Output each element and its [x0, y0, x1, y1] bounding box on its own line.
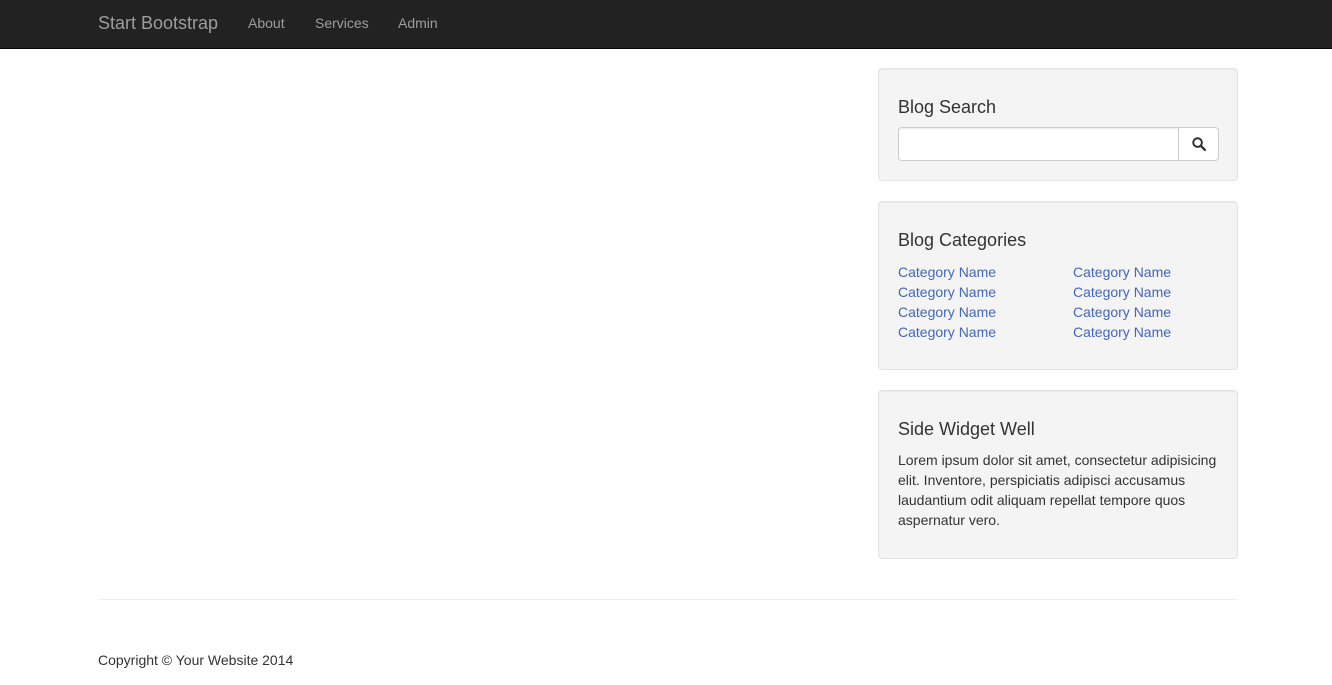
nav-link-about[interactable]: About [248, 15, 285, 31]
category-link[interactable]: Category Name [1073, 304, 1171, 320]
blog-search-well: Blog Search [878, 68, 1238, 181]
list-item: Category Name [1073, 262, 1171, 282]
category-link[interactable]: Category Name [1073, 284, 1171, 300]
category-link[interactable]: Category Name [898, 324, 996, 340]
blog-search-title: Blog Search [898, 97, 997, 117]
list-item: Category Name [898, 302, 996, 322]
side-widget-title: Side Widget Well [898, 419, 1035, 439]
list-item: Category Name [1073, 282, 1171, 302]
list-item: Category Name [1073, 322, 1171, 342]
side-widget-well: Side Widget Well Lorem ipsum dolor sit a… [878, 390, 1238, 559]
side-widget-text: Lorem ipsum dolor sit amet, consectetur … [898, 452, 1217, 528]
category-list-left: Category Name Category Name Category Nam… [898, 262, 996, 342]
category-link[interactable]: Category Name [898, 284, 996, 300]
list-item: Category Name [898, 322, 996, 342]
nav-link-admin[interactable]: Admin [398, 15, 438, 31]
blog-categories-title: Blog Categories [898, 230, 1027, 250]
category-link[interactable]: Category Name [1073, 264, 1171, 280]
blog-categories-well: Blog Categories Category Name Category N… [878, 201, 1238, 370]
search-input[interactable] [898, 127, 1179, 161]
copyright-text: Copyright © Your Website 2014 [98, 652, 294, 668]
footer-divider [98, 599, 1238, 600]
category-link[interactable]: Category Name [898, 264, 996, 280]
nav-link-services[interactable]: Services [315, 15, 369, 31]
search-button[interactable] [1178, 127, 1219, 161]
top-navbar: Start Bootstrap About Services Admin [0, 0, 1332, 49]
list-item: Category Name [898, 282, 996, 302]
category-link[interactable]: Category Name [1073, 324, 1171, 340]
list-item: Category Name [898, 262, 996, 282]
navbar-brand[interactable]: Start Bootstrap [98, 13, 218, 33]
category-list-right: Category Name Category Name Category Nam… [1073, 262, 1171, 342]
category-link[interactable]: Category Name [898, 304, 996, 320]
list-item: Category Name [1073, 302, 1171, 322]
search-icon [1191, 137, 1206, 151]
